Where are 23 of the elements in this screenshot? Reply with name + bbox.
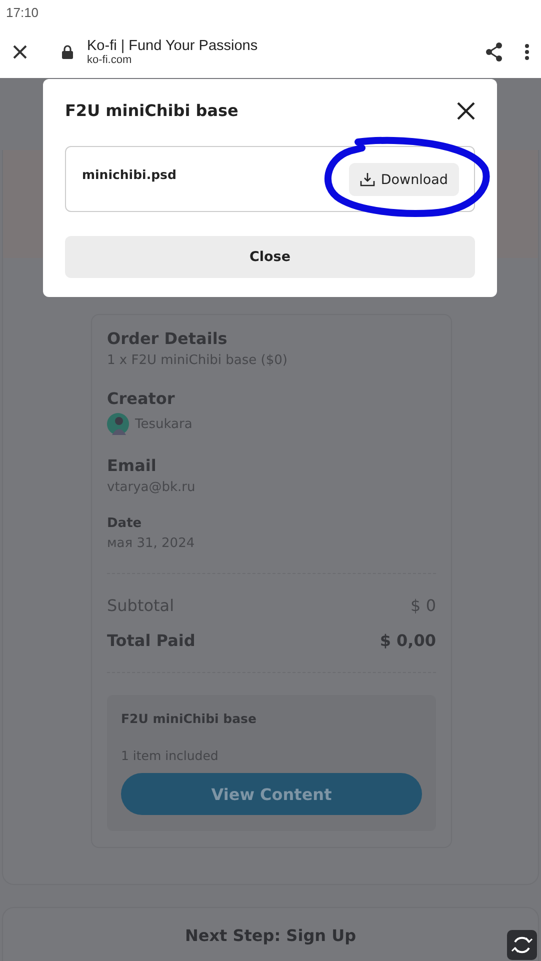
close-button[interactable]: Close	[65, 236, 475, 278]
section-heading: Date	[107, 516, 143, 531]
lock-icon	[62, 44, 73, 58]
total-label: Total Paid	[107, 631, 196, 650]
share-icon[interactable]	[485, 42, 503, 62]
menu-icon[interactable]	[525, 44, 529, 60]
download-icon	[360, 172, 375, 186]
section-heading: Email	[107, 456, 158, 475]
page-url: ko-fi.com	[87, 54, 133, 66]
file-name: minichibi.psd	[82, 167, 176, 182]
creator-avatar	[107, 413, 129, 435]
close-icon[interactable]	[457, 102, 475, 120]
close-icon[interactable]	[12, 44, 28, 60]
dialog-title: F2U miniChibi base	[65, 101, 238, 120]
next-step-title: Next Step: Sign Up	[184, 926, 356, 947]
download-button[interactable]: Download	[348, 163, 459, 196]
page-title: Ko-fi | Fund Your Passions	[87, 38, 259, 54]
clock: 17:10	[6, 5, 39, 20]
total-value: $ 0,00	[380, 631, 436, 650]
product-title: F2U miniChibi base	[121, 711, 258, 726]
section-heading: Order Details	[107, 329, 228, 348]
section-heading: Creator	[107, 389, 176, 408]
sync-icon[interactable]	[507, 930, 537, 960]
